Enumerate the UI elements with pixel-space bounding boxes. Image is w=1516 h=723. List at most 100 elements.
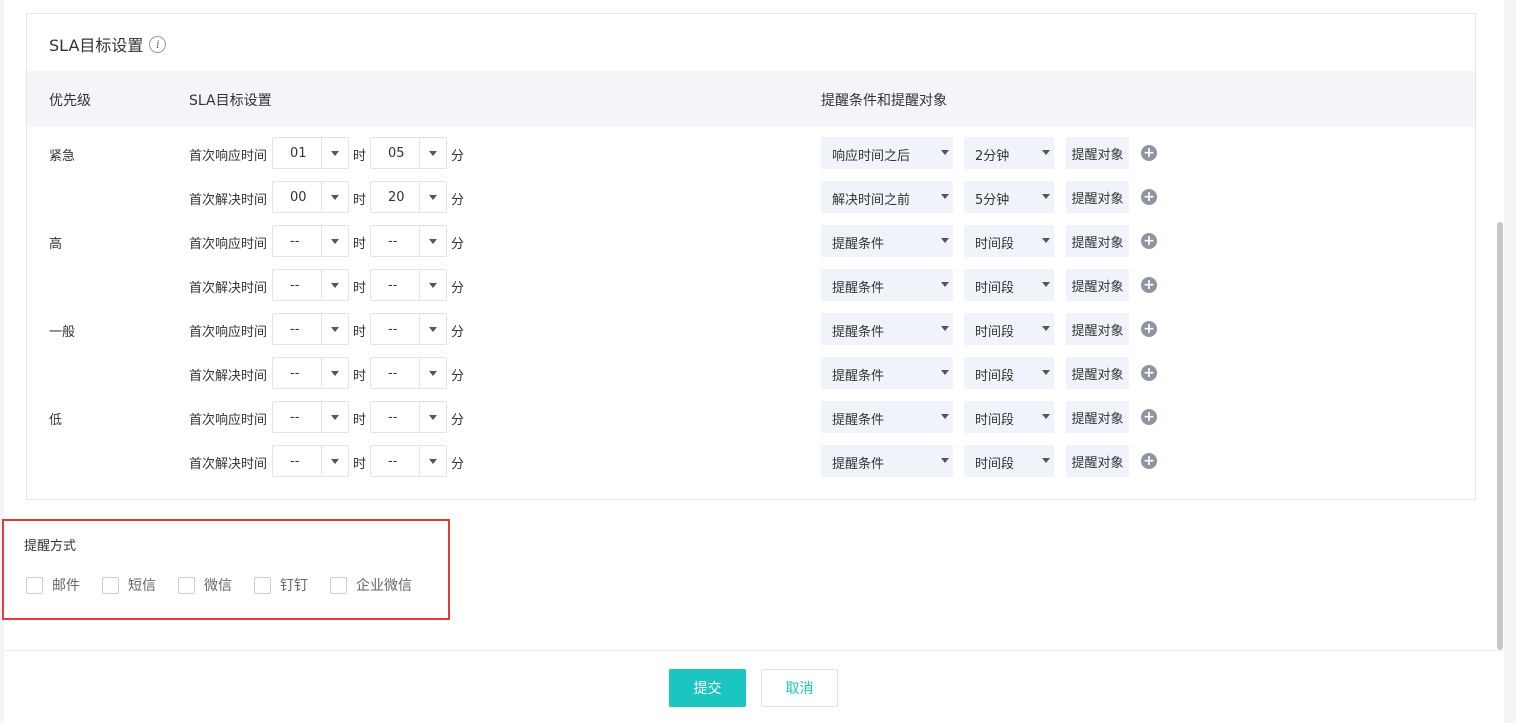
sla-row: 首次响应时间 -- 时 -- 分 提醒条件 时间段 提醒对象 + bbox=[27, 313, 1475, 345]
caret-down-icon bbox=[1042, 282, 1050, 287]
hour-select[interactable]: -- bbox=[272, 357, 349, 389]
remind-target-button[interactable]: 提醒对象 bbox=[1066, 445, 1129, 477]
remind-period-select[interactable]: 5分钟 bbox=[964, 181, 1054, 213]
submit-button[interactable]: 提交 bbox=[669, 669, 746, 707]
minute-select[interactable]: -- bbox=[370, 445, 447, 477]
period-value: 时间段 bbox=[975, 281, 1015, 296]
hour-select[interactable]: 00 bbox=[272, 181, 349, 213]
minute-select[interactable]: -- bbox=[370, 357, 447, 389]
condition-value: 提醒条件 bbox=[832, 325, 885, 340]
minute-select[interactable]: -- bbox=[370, 401, 447, 433]
add-circle-icon[interactable]: + bbox=[1141, 189, 1157, 205]
remind-period-select[interactable]: 时间段 bbox=[964, 269, 1054, 301]
remind-condition-select[interactable]: 解决时间之前 bbox=[821, 181, 953, 213]
caret-down-icon bbox=[429, 283, 437, 288]
sla-row: 首次解决时间 -- 时 -- 分 提醒条件 时间段 提醒对象 + bbox=[27, 269, 1475, 301]
add-circle-icon[interactable]: + bbox=[1141, 365, 1157, 381]
remind-period-select[interactable]: 2分钟 bbox=[964, 137, 1054, 169]
add-circle-icon[interactable]: + bbox=[1141, 409, 1157, 425]
add-circle-icon[interactable]: + bbox=[1141, 145, 1157, 161]
caret-down-icon bbox=[429, 151, 437, 156]
hour-select[interactable]: 01 bbox=[272, 137, 349, 169]
period-value: 时间段 bbox=[975, 413, 1015, 428]
hour-select[interactable]: -- bbox=[272, 401, 349, 433]
checkbox-box[interactable] bbox=[26, 576, 43, 594]
select-divider bbox=[321, 446, 322, 476]
caret-down-icon bbox=[331, 283, 339, 288]
checkbox-dingtalk[interactable]: 钉钉 bbox=[254, 575, 308, 595]
caret-down-icon bbox=[331, 371, 339, 376]
remind-period-select[interactable]: 时间段 bbox=[964, 401, 1054, 433]
remind-target-button[interactable]: 提醒对象 bbox=[1066, 313, 1129, 345]
remind-condition-select[interactable]: 提醒条件 bbox=[821, 269, 953, 301]
remind-condition-select[interactable]: 提醒条件 bbox=[821, 225, 953, 257]
remind-condition-select[interactable]: 提醒条件 bbox=[821, 357, 953, 389]
caret-down-icon bbox=[941, 458, 949, 463]
select-divider bbox=[419, 270, 420, 300]
hour-select[interactable]: -- bbox=[272, 313, 349, 345]
minute-value: -- bbox=[388, 366, 398, 381]
add-circle-icon[interactable]: + bbox=[1141, 277, 1157, 293]
checkbox-box[interactable] bbox=[254, 576, 271, 594]
minute-unit: 分 bbox=[451, 325, 465, 340]
period-value: 时间段 bbox=[975, 325, 1015, 340]
remind-target-button[interactable]: 提醒对象 bbox=[1066, 181, 1129, 213]
info-icon[interactable]: i bbox=[149, 35, 167, 53]
row-label: 首次解决时间 bbox=[189, 281, 268, 296]
cancel-button[interactable]: 取消 bbox=[761, 669, 838, 707]
remind-target-button[interactable]: 提醒对象 bbox=[1066, 357, 1129, 389]
checkbox-box[interactable] bbox=[330, 576, 347, 594]
add-circle-icon[interactable]: + bbox=[1141, 453, 1157, 469]
checkbox-sms[interactable]: 短信 bbox=[102, 575, 156, 595]
select-divider bbox=[321, 226, 322, 256]
checkbox-email[interactable]: 邮件 bbox=[26, 575, 80, 595]
minute-value: 20 bbox=[388, 190, 405, 205]
caret-down-icon bbox=[429, 195, 437, 200]
minute-value: -- bbox=[388, 234, 398, 249]
remind-condition-select[interactable]: 提醒条件 bbox=[821, 445, 953, 477]
add-circle-icon[interactable]: + bbox=[1141, 233, 1157, 249]
minute-select[interactable]: -- bbox=[370, 269, 447, 301]
remind-period-select[interactable]: 时间段 bbox=[964, 445, 1054, 477]
notify-method-title: 提醒方式 bbox=[24, 539, 77, 554]
remind-target-button[interactable]: 提醒对象 bbox=[1066, 137, 1129, 169]
condition-value: 提醒条件 bbox=[832, 369, 885, 384]
caret-down-icon bbox=[331, 195, 339, 200]
caret-down-icon bbox=[429, 459, 437, 464]
remind-period-select[interactable]: 时间段 bbox=[964, 225, 1054, 257]
caret-down-icon bbox=[1042, 150, 1050, 155]
remind-period-select[interactable]: 时间段 bbox=[964, 357, 1054, 389]
checkbox-box[interactable] bbox=[102, 576, 119, 594]
remind-condition-select[interactable]: 提醒条件 bbox=[821, 313, 953, 345]
add-circle-icon[interactable]: + bbox=[1141, 321, 1157, 337]
checkbox-wecom[interactable]: 企业微信 bbox=[330, 575, 412, 595]
remind-target-button[interactable]: 提醒对象 bbox=[1066, 401, 1129, 433]
select-divider bbox=[419, 226, 420, 256]
checkbox-wechat[interactable]: 微信 bbox=[178, 575, 232, 595]
row-label: 首次解决时间 bbox=[189, 369, 268, 384]
minute-select[interactable]: 20 bbox=[370, 181, 447, 213]
minute-value: -- bbox=[388, 410, 398, 425]
hour-unit: 时 bbox=[353, 237, 367, 252]
minute-select[interactable]: 05 bbox=[370, 137, 447, 169]
select-divider bbox=[321, 314, 322, 344]
hour-value: -- bbox=[290, 366, 300, 381]
minute-select[interactable]: -- bbox=[370, 225, 447, 257]
hour-unit: 时 bbox=[353, 457, 367, 472]
caret-down-icon bbox=[941, 414, 949, 419]
remind-condition-select[interactable]: 提醒条件 bbox=[821, 401, 953, 433]
caret-down-icon bbox=[331, 415, 339, 420]
checkbox-box[interactable] bbox=[178, 576, 195, 594]
condition-value: 提醒条件 bbox=[832, 281, 885, 296]
minute-select[interactable]: -- bbox=[370, 313, 447, 345]
checkbox-label: 企业微信 bbox=[356, 578, 412, 594]
hour-value: -- bbox=[290, 234, 300, 249]
scrollbar-thumb[interactable] bbox=[1497, 222, 1503, 650]
hour-select[interactable]: -- bbox=[272, 445, 349, 477]
hour-select[interactable]: -- bbox=[272, 269, 349, 301]
remind-target-button[interactable]: 提醒对象 bbox=[1066, 269, 1129, 301]
remind-condition-select[interactable]: 响应时间之后 bbox=[821, 137, 953, 169]
remind-target-button[interactable]: 提醒对象 bbox=[1066, 225, 1129, 257]
hour-select[interactable]: -- bbox=[272, 225, 349, 257]
remind-period-select[interactable]: 时间段 bbox=[964, 313, 1054, 345]
